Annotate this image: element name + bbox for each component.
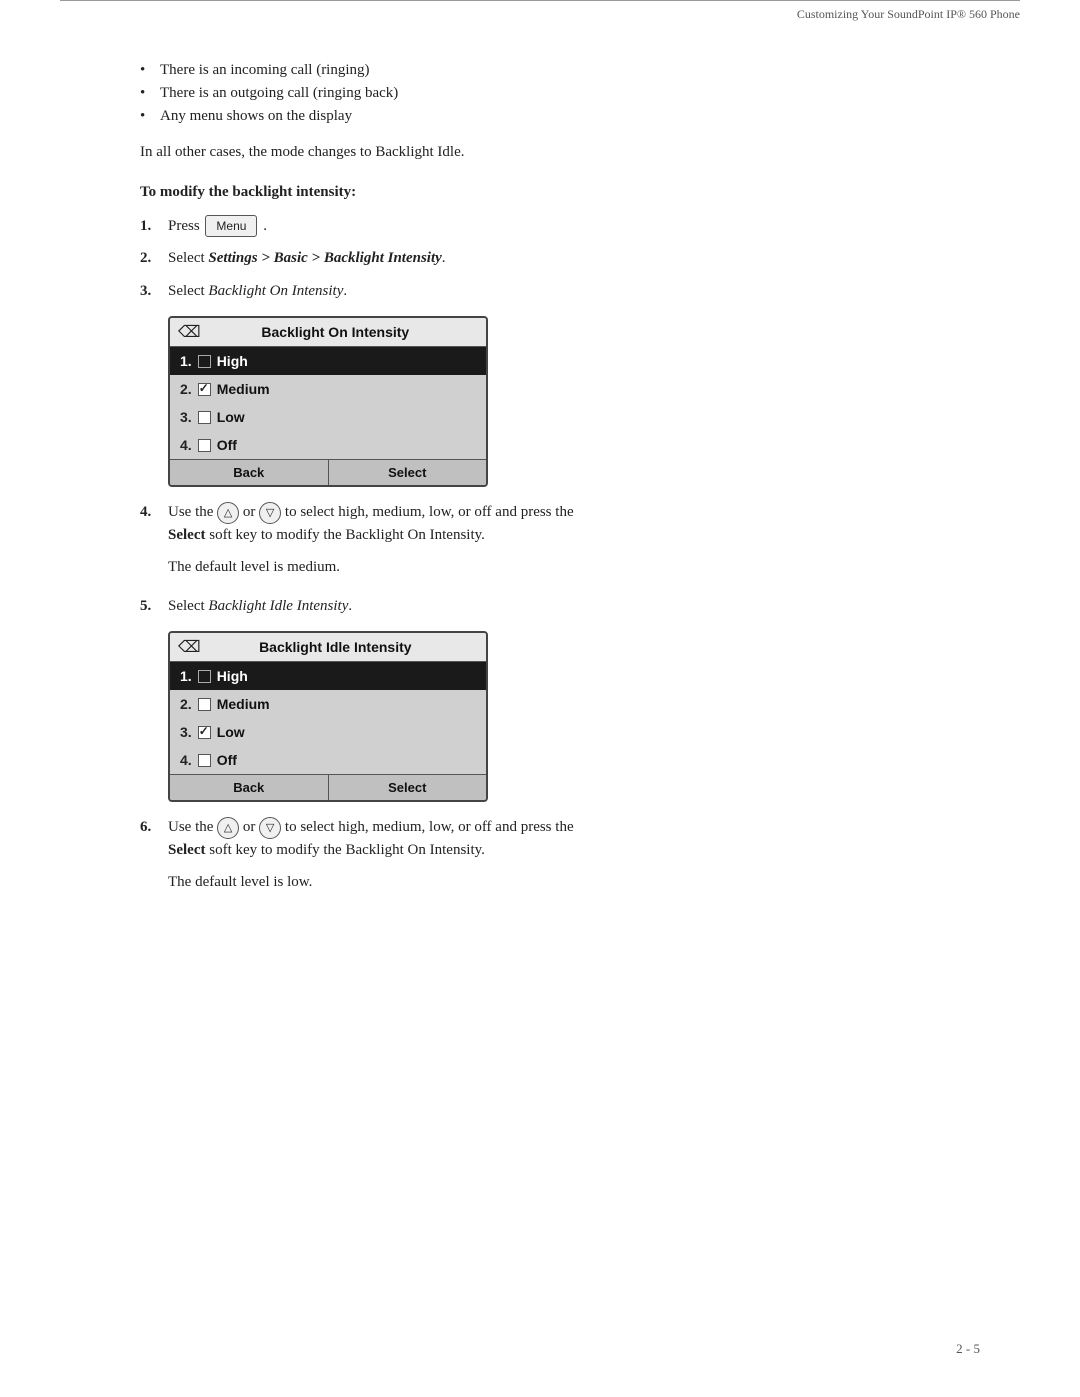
step-5: 5. Select Backlight Idle Intensity. <box>140 595 970 618</box>
item-label-off-idle: Off <box>217 752 237 768</box>
step-3-content: Select Backlight On Intensity. <box>168 280 970 303</box>
checkbox-medium-on <box>198 383 211 396</box>
screen-item-low-on: 3. Low <box>170 403 486 431</box>
select-bold-4: Select <box>168 527 205 543</box>
phone-icon: ⌫ <box>178 322 201 342</box>
bullet-item-3: Any menu shows on the display <box>140 108 970 125</box>
header-title: Customizing Your SoundPoint IP® 560 Phon… <box>0 7 1020 32</box>
checkbox-high-idle <box>198 670 211 683</box>
screen-header-on: ⌫ Backlight On Intensity <box>170 318 486 347</box>
step-3: 3. Select Backlight On Intensity. <box>140 280 970 303</box>
checkbox-low-idle <box>198 726 211 739</box>
screen-body-on: 1. High 2. Medium 3. Low 4. Off <box>170 347 486 459</box>
step-6-content: Use the △ or ▽ to select high, medium, l… <box>168 816 970 861</box>
select-button-idle[interactable]: Select <box>329 775 487 800</box>
step-2-content: Select Settings > Basic > Backlight Inte… <box>168 247 970 270</box>
checkbox-low-on <box>198 411 211 424</box>
item-num-3: 3. <box>180 409 192 425</box>
item-num-idle-4: 4. <box>180 752 192 768</box>
item-num-1: 1. <box>180 353 192 369</box>
item-label-medium-idle: Medium <box>217 696 270 712</box>
screen-title-on: Backlight On Intensity <box>209 324 462 340</box>
header-rule <box>60 0 1020 7</box>
note-2: The default level is low. <box>168 871 970 894</box>
nav-arrows-up-6: △ <box>217 817 239 839</box>
nav-arrows-down-6: ▽ <box>259 817 281 839</box>
step-1-content: Press Menu . <box>168 215 970 238</box>
page-number: 2 - 5 <box>956 1341 980 1357</box>
menu-button-label: Menu <box>205 215 257 237</box>
screen-backlight-on: ⌫ Backlight On Intensity 1. High 2. Medi… <box>168 316 488 487</box>
note-1: The default level is medium. <box>168 556 970 579</box>
item-label-high-on: High <box>217 353 248 369</box>
screen-item-low-idle: 3. Low <box>170 718 486 746</box>
screen-header-idle: ⌫ Backlight Idle Intensity <box>170 633 486 662</box>
select-button-on[interactable]: Select <box>329 460 487 485</box>
step-4: 4. Use the △ or ▽ to select high, medium… <box>140 501 970 546</box>
screen-item-medium-on: 2. Medium <box>170 375 486 403</box>
item-num-idle-1: 1. <box>180 668 192 684</box>
nav-arrows-up-4: △ <box>217 502 239 524</box>
screen-item-medium-idle: 2. Medium <box>170 690 486 718</box>
up-arrow-4: △ <box>217 502 239 524</box>
screen-item-high-idle: 1. High <box>170 662 486 690</box>
select-bold-6: Select <box>168 842 205 858</box>
bullet-item-2: There is an outgoing call (ringing back) <box>140 85 970 102</box>
step-1-number: 1. <box>140 215 168 238</box>
item-num-4: 4. <box>180 437 192 453</box>
screen-footer-on: Back Select <box>170 459 486 485</box>
up-arrow-6: △ <box>217 817 239 839</box>
section-heading: To modify the backlight intensity: <box>140 184 970 201</box>
down-arrow-6: ▽ <box>259 817 281 839</box>
screen-footer-idle: Back Select <box>170 774 486 800</box>
item-label-off-on: Off <box>217 437 237 453</box>
back-button-idle[interactable]: Back <box>170 775 329 800</box>
bullet-list: There is an incoming call (ringing) Ther… <box>140 62 970 125</box>
back-button-on[interactable]: Back <box>170 460 329 485</box>
step-6-number: 6. <box>140 816 168 861</box>
step-5-number: 5. <box>140 595 168 618</box>
checkbox-off-on <box>198 439 211 452</box>
screen-item-high-on: 1. High <box>170 347 486 375</box>
phone-icon-2: ⌫ <box>178 637 201 657</box>
checkbox-high-on <box>198 355 211 368</box>
screen-item-off-on: 4. Off <box>170 431 486 459</box>
step-2: 2. Select Settings > Basic > Backlight I… <box>140 247 970 270</box>
item-num-idle-3: 3. <box>180 724 192 740</box>
step-2-number: 2. <box>140 247 168 270</box>
screen-item-off-idle: 4. Off <box>170 746 486 774</box>
step-1: 1. Press Menu . <box>140 215 970 238</box>
item-label-high-idle: High <box>217 668 248 684</box>
intro-paragraph: In all other cases, the mode changes to … <box>140 141 970 164</box>
step-3-number: 3. <box>140 280 168 303</box>
item-label-low-idle: Low <box>217 724 245 740</box>
screen-backlight-idle: ⌫ Backlight Idle Intensity 1. High 2. Me… <box>168 631 488 802</box>
item-label-low-on: Low <box>217 409 245 425</box>
step-5-content: Select Backlight Idle Intensity. <box>168 595 970 618</box>
checkbox-medium-idle <box>198 698 211 711</box>
checkbox-off-idle <box>198 754 211 767</box>
step-4-content: Use the △ or ▽ to select high, medium, l… <box>168 501 970 546</box>
item-num-idle-2: 2. <box>180 696 192 712</box>
screen-body-idle: 1. High 2. Medium 3. Low 4. Off <box>170 662 486 774</box>
nav-arrows-down-4: ▽ <box>259 502 281 524</box>
down-arrow-4: ▽ <box>259 502 281 524</box>
step-4-number: 4. <box>140 501 168 546</box>
step-6: 6. Use the △ or ▽ to select high, medium… <box>140 816 970 861</box>
bullet-item-1: There is an incoming call (ringing) <box>140 62 970 79</box>
item-label-medium-on: Medium <box>217 381 270 397</box>
item-num-2: 2. <box>180 381 192 397</box>
page-content: There is an incoming call (ringing) Ther… <box>140 62 970 894</box>
screen-title-idle: Backlight Idle Intensity <box>209 639 462 655</box>
